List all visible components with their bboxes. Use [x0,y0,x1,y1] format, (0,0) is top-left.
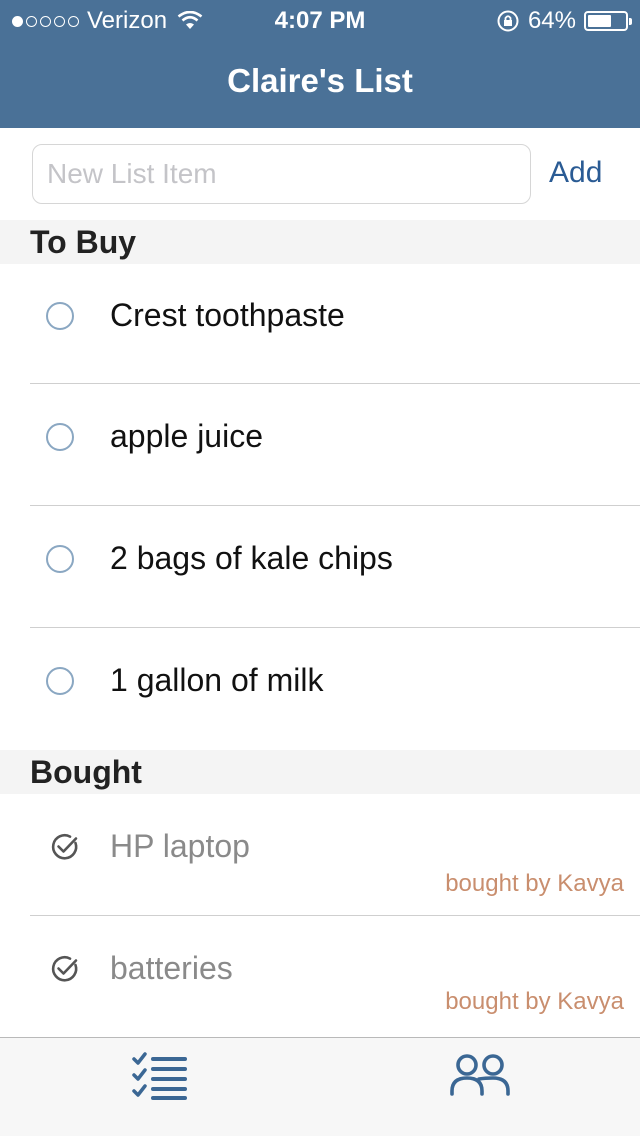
unchecked-circle-icon[interactable] [46,302,74,330]
nav-bar: Claire's List [0,40,640,128]
bought-by-label: bought by Kavya [445,870,624,897]
list-item-label: Crest toothpaste [110,297,345,333]
section-title: To Buy [30,224,137,260]
tab-people[interactable] [320,1038,640,1137]
unchecked-circle-icon[interactable] [46,423,74,451]
list-item[interactable]: Crest toothpaste [0,264,640,384]
tab-list[interactable] [0,1038,320,1137]
bought-item[interactable]: batteries bought by Kavya [0,916,640,1037]
list-item[interactable]: apple juice [0,384,640,506]
tab-bar [0,1037,640,1136]
battery-percent: 64% [527,7,576,34]
list-item[interactable]: 1 gallon of milk [0,628,640,750]
status-bar: Verizon 4:07 PM 64% [0,0,640,40]
checkmark-circle-icon[interactable] [50,832,80,862]
section-title: Bought [30,754,142,790]
list-item-label: 2 bags of kale chips [110,540,393,576]
add-button[interactable]: Add [549,156,602,190]
bought-item[interactable]: HP laptop bought by Kavya [0,794,640,916]
new-item-input[interactable] [32,144,531,204]
status-right: 64% [496,7,632,35]
unchecked-circle-icon[interactable] [46,667,74,695]
bought-by-label: bought by Kavya [445,988,624,1015]
checkmark-circle-icon[interactable] [50,954,80,984]
bought-item-label: batteries [110,950,233,986]
battery-level-fill [588,15,612,27]
unchecked-circle-icon[interactable] [46,545,74,573]
people-icon [450,1054,510,1096]
list-item[interactable]: 2 bags of kale chips [0,506,640,628]
battery-icon [584,11,632,31]
list-item-label: 1 gallon of milk [110,662,324,698]
section-header-to-buy: To Buy [0,220,640,264]
bought-item-label: HP laptop [110,828,250,864]
checklist-icon [132,1052,187,1100]
add-item-row: Add [0,128,640,220]
section-header-bought: Bought [0,750,640,794]
rotation-lock-icon [497,10,519,32]
list-item-label: apple juice [110,418,263,454]
page-title: Claire's List [227,62,413,99]
